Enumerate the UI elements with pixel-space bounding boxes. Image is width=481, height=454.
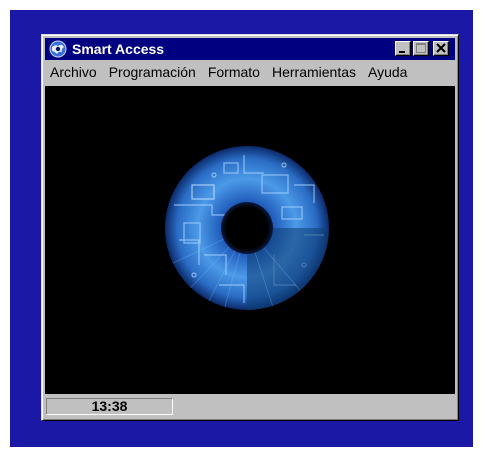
content-area (45, 86, 455, 394)
window-title: Smart Access (72, 41, 165, 57)
status-bar: 13:38 (45, 397, 455, 417)
circuit-eye-image (165, 146, 329, 310)
menu-formato[interactable]: Formato (202, 63, 266, 81)
menu-archivo[interactable]: Archivo (45, 63, 103, 81)
app-window: Smart Access Archivo Programación Format… (41, 34, 459, 421)
title-bar[interactable]: Smart Access (45, 38, 455, 60)
menu-herramientas[interactable]: Herramientas (266, 63, 362, 81)
close-button[interactable] (433, 41, 449, 56)
menu-programacion[interactable]: Programación (103, 63, 202, 81)
globe-app-icon (49, 40, 67, 58)
status-time: 13:38 (46, 398, 173, 415)
menu-ayuda[interactable]: Ayuda (362, 63, 413, 81)
maximize-button[interactable] (413, 41, 429, 56)
menu-bar: Archivo Programación Formato Herramienta… (45, 61, 455, 83)
close-icon (436, 43, 446, 53)
minimize-button[interactable] (395, 41, 411, 56)
